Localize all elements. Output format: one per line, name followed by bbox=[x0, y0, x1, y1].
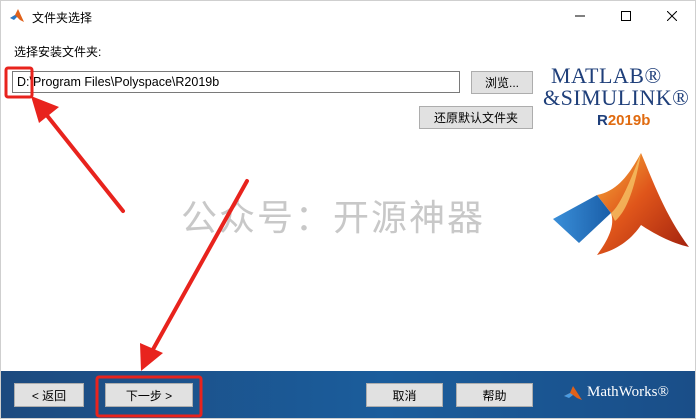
title-bar: 文件夹选择 bbox=[1, 1, 695, 31]
cancel-button[interactable]: 取消 bbox=[366, 383, 443, 407]
browse-button[interactable]: 浏览... bbox=[471, 71, 533, 94]
folder-selection-dialog: 文件夹选择 选择安装文件夹: 浏览... 还原默认文件夹 MATLAB® &SI… bbox=[0, 0, 696, 419]
matlab-membrane-icon bbox=[10, 9, 24, 22]
mathworks-logo: MathWorks® bbox=[563, 384, 669, 401]
mathworks-membrane-icon bbox=[564, 385, 582, 400]
close-button[interactable] bbox=[649, 1, 695, 31]
release-label: R2019b bbox=[597, 112, 650, 129]
maximize-icon bbox=[621, 11, 631, 21]
help-button[interactable]: 帮助 bbox=[456, 383, 533, 407]
matlab-membrane-icon bbox=[553, 153, 689, 255]
watermark-text: 公众号：开源神器 bbox=[181, 198, 486, 239]
release-version: 2019b bbox=[607, 112, 651, 129]
restore-default-folder-button[interactable]: 还原默认文件夹 bbox=[419, 106, 533, 129]
mathworks-text: MathWorks® bbox=[587, 384, 669, 400]
logo-matlab-text: MATLAB® bbox=[551, 63, 662, 88]
next-button[interactable]: 下一步 > bbox=[105, 383, 193, 407]
install-path-input[interactable] bbox=[12, 71, 460, 93]
maximize-button[interactable] bbox=[603, 1, 649, 31]
matlab-simulink-logo: MATLAB® &SIMULINK® R2019b bbox=[543, 61, 693, 131]
close-icon bbox=[667, 11, 677, 21]
select-folder-label: 选择安装文件夹: bbox=[14, 45, 102, 59]
arrow-to-drive-letter bbox=[31, 96, 125, 213]
window-title: 文件夹选择 bbox=[32, 11, 93, 25]
minimize-button[interactable] bbox=[557, 1, 603, 31]
back-button[interactable]: < 返回 bbox=[14, 383, 84, 407]
logo-simulink-text: &SIMULINK® bbox=[543, 85, 690, 110]
minimize-icon bbox=[575, 15, 585, 17]
release-prefix: R bbox=[597, 112, 608, 129]
